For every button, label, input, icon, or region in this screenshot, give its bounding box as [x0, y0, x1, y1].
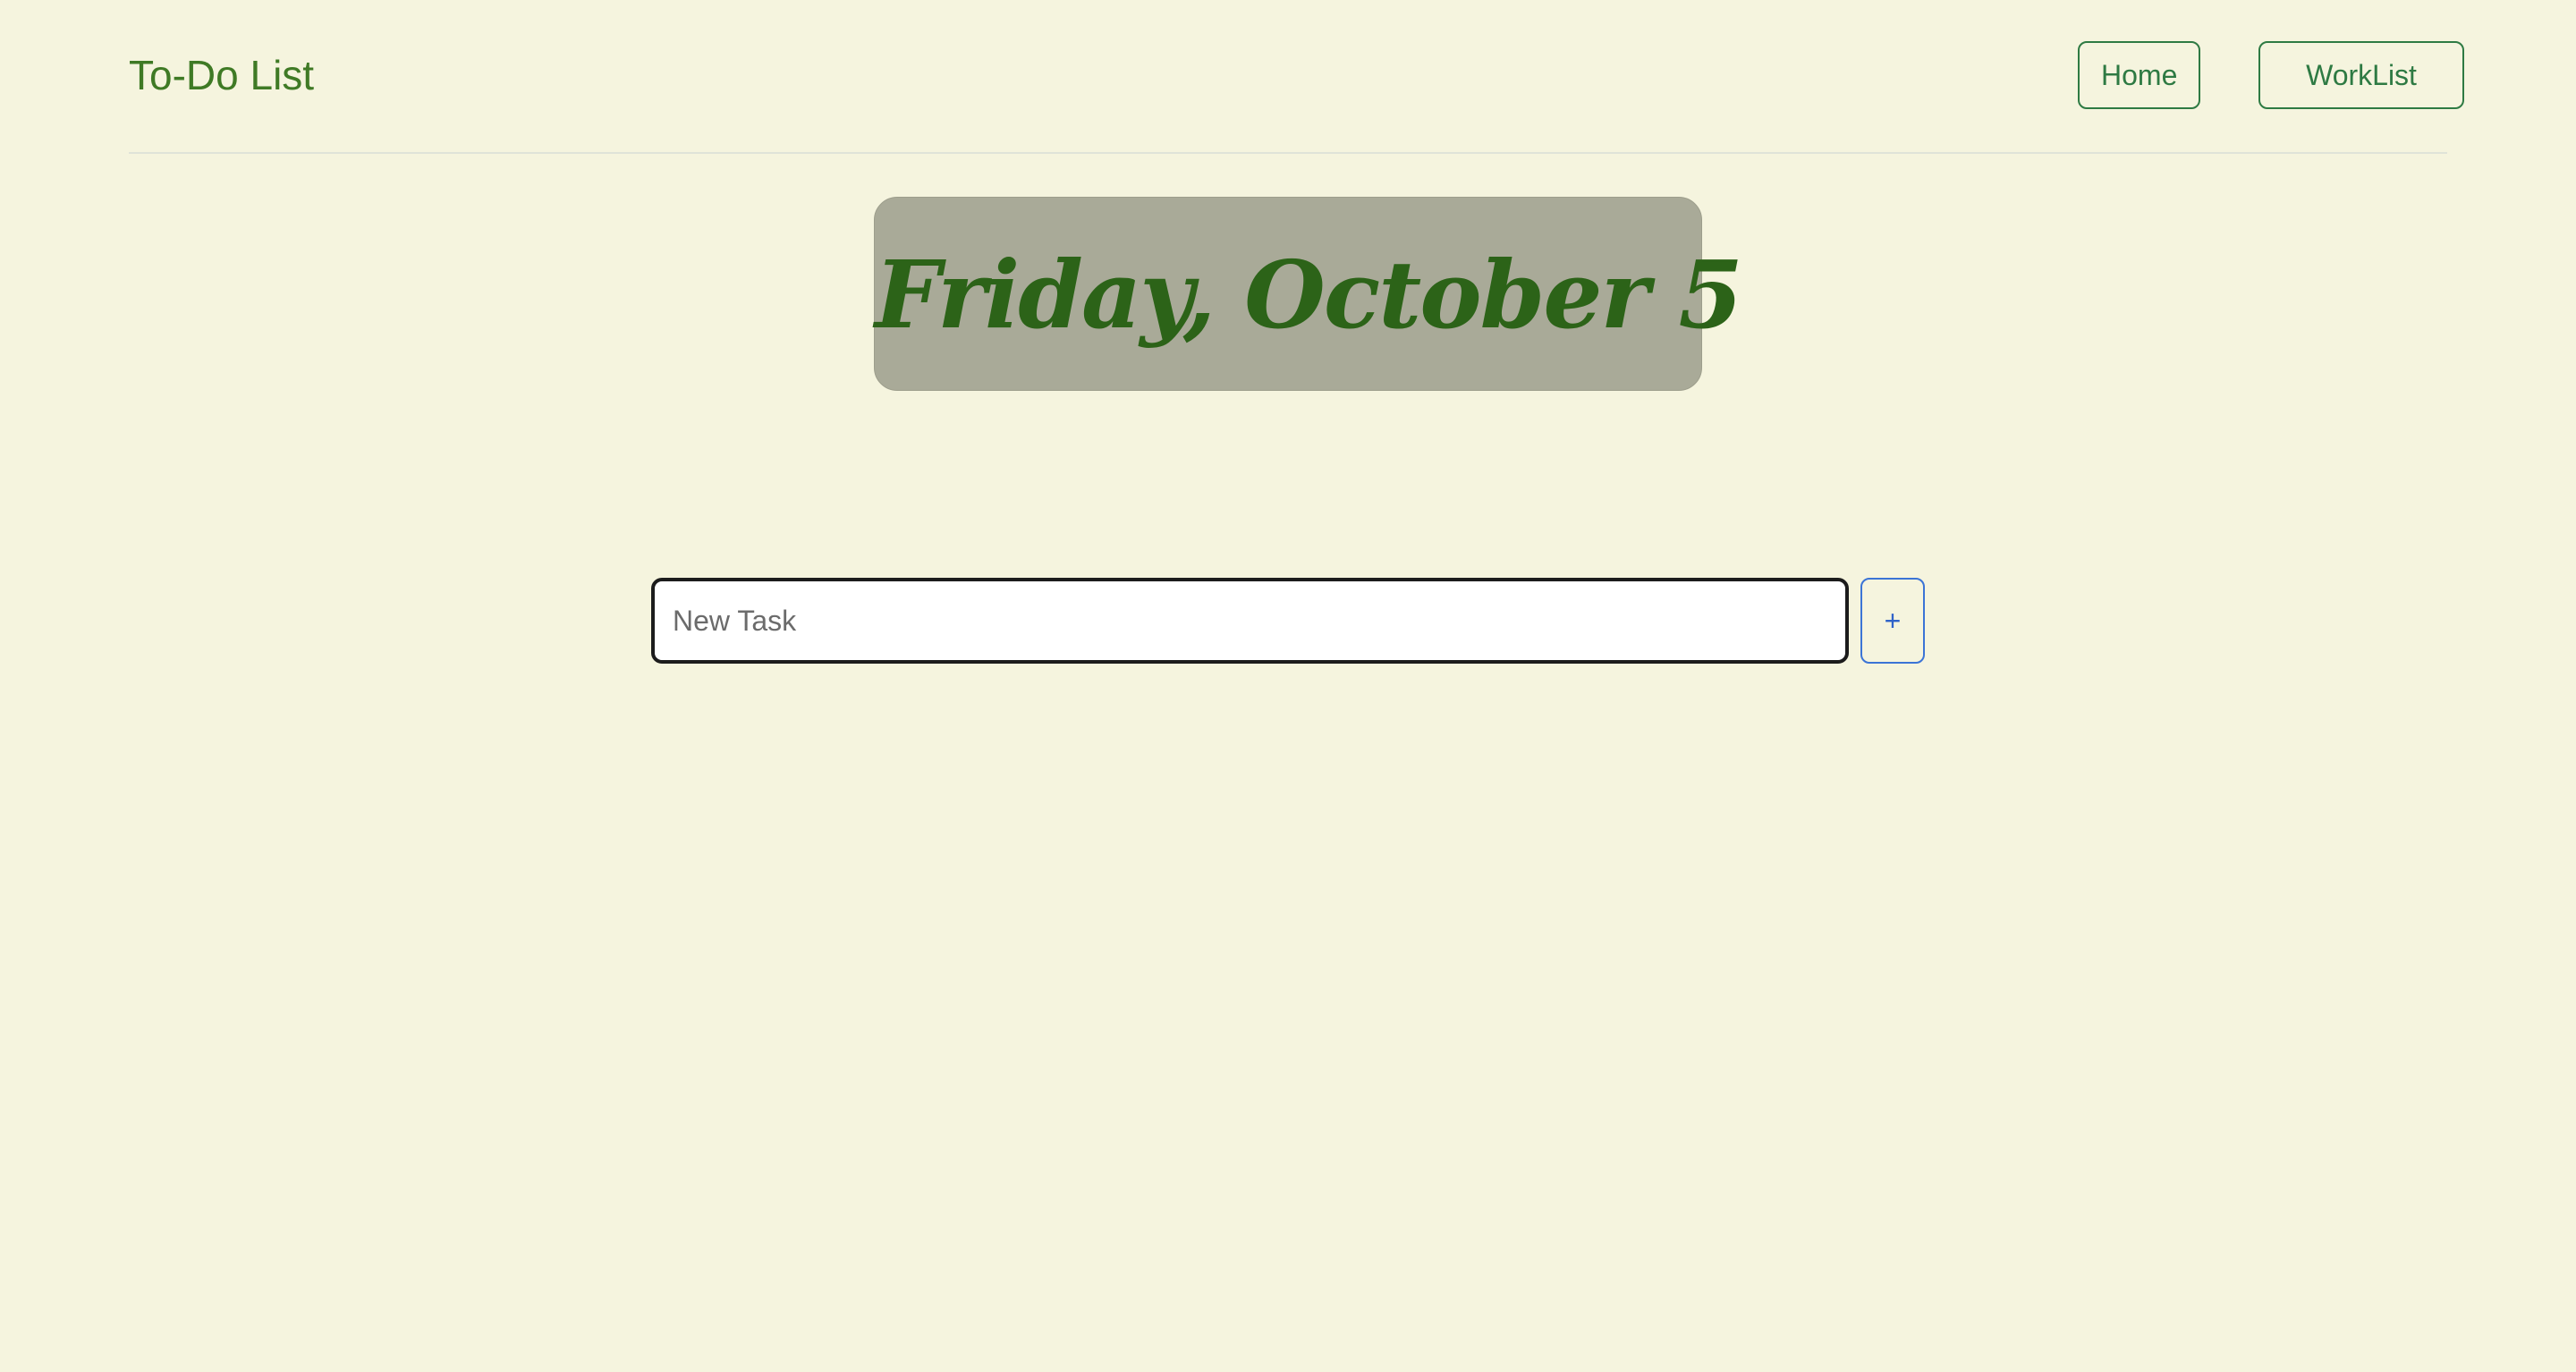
page-title: Friday, October 5	[875, 240, 1743, 350]
worklist-button[interactable]: WorkList	[2258, 41, 2464, 109]
page: To-Do List Home WorkList Friday, October…	[0, 0, 2576, 1372]
navbar: To-Do List Home WorkList	[129, 0, 2464, 154]
new-task-input[interactable]	[651, 578, 1849, 664]
brand-link[interactable]: To-Do List	[129, 50, 314, 100]
date-header: Friday, October 5	[874, 197, 1743, 391]
home-button[interactable]: Home	[2078, 41, 2200, 109]
add-task-button[interactable]: +	[1860, 578, 1925, 664]
